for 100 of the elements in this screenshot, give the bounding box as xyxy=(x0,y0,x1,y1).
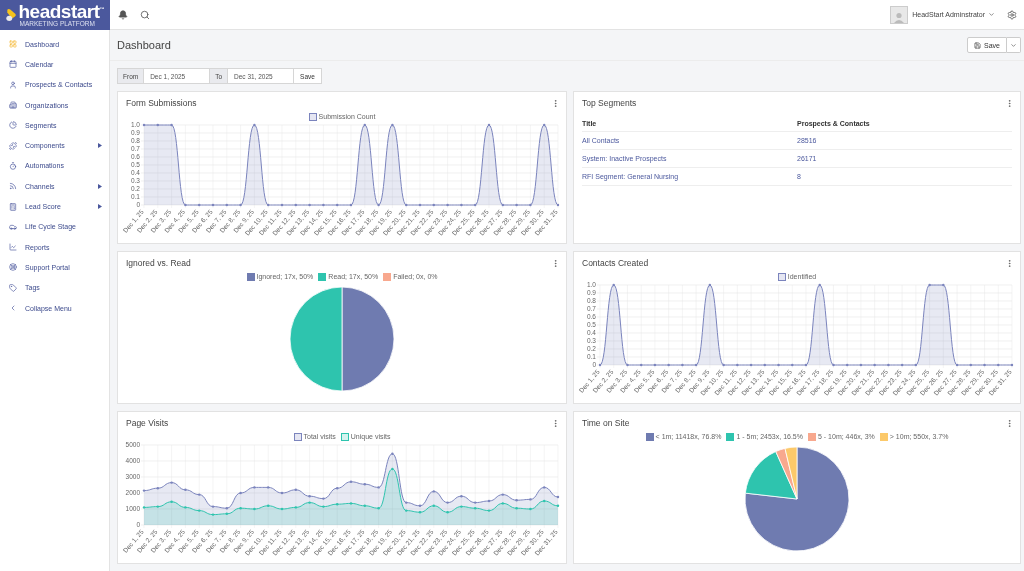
data-point xyxy=(543,123,546,127)
data-point xyxy=(294,203,297,207)
data-point xyxy=(418,511,422,514)
data-point xyxy=(955,363,959,367)
data-point xyxy=(543,499,546,503)
data-point xyxy=(598,363,602,367)
more-icon[interactable] xyxy=(551,258,560,268)
data-point xyxy=(363,123,366,127)
page-title: Dashboard xyxy=(117,39,172,51)
data-point xyxy=(156,505,159,508)
data-point xyxy=(267,504,270,507)
legend-swatch[interactable] xyxy=(777,272,786,281)
data-point xyxy=(308,203,311,207)
data-point xyxy=(474,507,477,510)
data-point xyxy=(156,123,159,127)
data-point xyxy=(225,512,228,515)
data-point xyxy=(142,489,146,492)
data-point xyxy=(405,203,408,207)
legend-swatch[interactable] xyxy=(726,432,735,441)
data-point xyxy=(336,503,339,506)
data-point xyxy=(377,203,380,207)
data-point xyxy=(997,363,1000,367)
data-point xyxy=(887,363,890,367)
card-title: Time on Site xyxy=(582,418,630,428)
data-point xyxy=(529,498,532,501)
data-point xyxy=(818,283,821,287)
data-point xyxy=(736,363,739,367)
data-point xyxy=(681,363,684,367)
data-point xyxy=(377,507,380,510)
data-point xyxy=(708,283,712,287)
data-point xyxy=(239,491,242,495)
data-point xyxy=(198,203,201,207)
data-point xyxy=(170,123,173,127)
data-point xyxy=(142,506,146,509)
bell-icon[interactable] xyxy=(118,9,128,20)
data-point xyxy=(777,363,780,367)
data-point xyxy=(900,363,904,367)
caret-icon xyxy=(988,11,995,18)
data-point xyxy=(694,363,698,367)
data-point xyxy=(763,363,766,367)
data-point xyxy=(198,509,201,512)
data-point xyxy=(280,203,284,207)
legend-swatch[interactable] xyxy=(293,432,302,441)
data-point xyxy=(280,491,284,495)
data-point xyxy=(322,505,325,508)
data-point xyxy=(142,123,146,127)
legend-swatch[interactable] xyxy=(318,272,327,281)
data-point xyxy=(791,363,794,367)
data-point xyxy=(556,504,560,507)
settings-icon[interactable] xyxy=(1007,9,1017,20)
data-point xyxy=(653,363,657,367)
data-point xyxy=(515,203,518,207)
data-point xyxy=(446,501,449,504)
more-icon[interactable] xyxy=(551,418,560,428)
legend-swatch[interactable] xyxy=(246,272,255,281)
data-point xyxy=(405,501,408,504)
legend-swatch[interactable] xyxy=(308,112,317,121)
data-point xyxy=(460,505,463,508)
data-point xyxy=(1010,363,1014,367)
data-point xyxy=(859,363,863,367)
more-icon[interactable] xyxy=(1005,258,1014,268)
legend-swatch[interactable] xyxy=(340,432,349,441)
card-title: Form Submissions xyxy=(126,98,197,108)
data-point xyxy=(515,507,518,510)
data-point xyxy=(377,486,380,489)
more-icon[interactable] xyxy=(1005,98,1014,108)
data-point xyxy=(460,495,463,498)
data-point xyxy=(294,506,297,509)
data-point xyxy=(267,203,270,207)
data-point xyxy=(942,283,945,287)
data-point xyxy=(349,480,353,483)
data-point xyxy=(543,486,546,489)
data-point xyxy=(211,203,215,207)
caret-icon xyxy=(1010,41,1017,49)
legend-swatch[interactable] xyxy=(808,432,816,441)
search-icon[interactable] xyxy=(140,9,150,20)
avatar[interactable] xyxy=(890,5,909,24)
legend-swatch[interactable] xyxy=(645,432,654,441)
data-point xyxy=(432,203,435,207)
data-point xyxy=(722,363,725,367)
data-point xyxy=(225,507,228,510)
data-point xyxy=(501,203,504,207)
data-point xyxy=(556,203,560,207)
legend-swatch[interactable] xyxy=(383,272,392,281)
data-point xyxy=(446,203,449,207)
data-point xyxy=(156,487,159,490)
data-point xyxy=(432,504,435,507)
data-point xyxy=(239,203,242,207)
card-title: Contacts Created xyxy=(582,258,649,268)
data-point xyxy=(626,363,629,367)
more-icon[interactable] xyxy=(551,98,560,108)
data-point xyxy=(211,505,215,508)
data-point xyxy=(832,363,835,367)
data-point xyxy=(170,481,173,484)
dropdown-toggle[interactable] xyxy=(1007,37,1021,53)
more-icon[interactable] xyxy=(1005,418,1014,428)
data-point xyxy=(253,486,256,489)
data-point xyxy=(460,203,463,207)
data-point xyxy=(556,495,560,499)
data-point xyxy=(873,363,876,367)
